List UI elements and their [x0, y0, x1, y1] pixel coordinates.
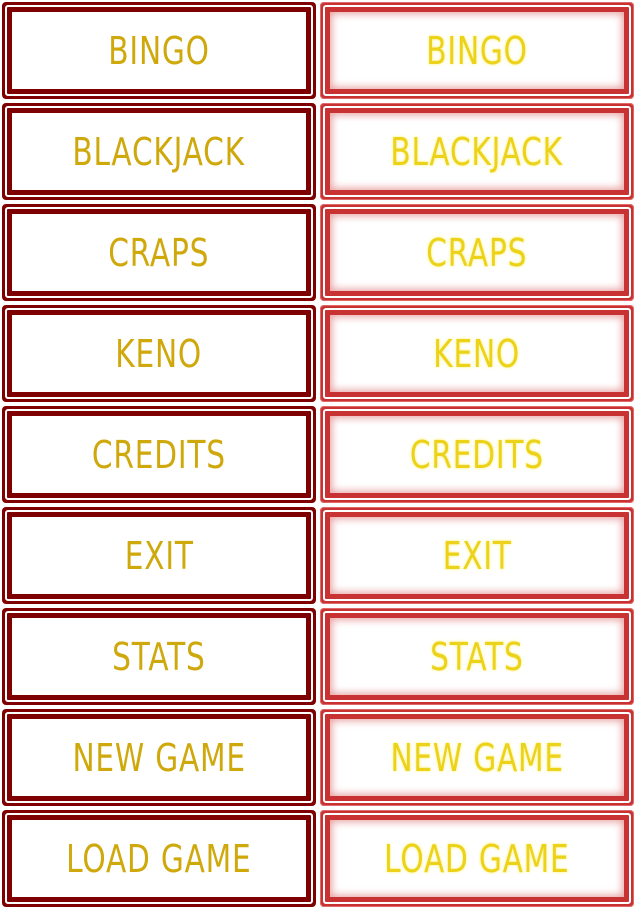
keno-button-hover[interactable]: KENO	[318, 303, 636, 404]
button-label: CRAPS	[426, 230, 528, 275]
button-label: CRAPS	[108, 230, 210, 275]
button-label: KENO	[115, 331, 203, 376]
credits-button[interactable]: CREDITS	[0, 404, 318, 505]
button-label: STATS	[430, 634, 524, 679]
button-label: EXIT	[442, 533, 512, 578]
bingo-button-hover[interactable]: BINGO	[318, 0, 636, 101]
button-label: CREDITS	[92, 432, 226, 477]
bingo-button[interactable]: BINGO	[0, 0, 318, 101]
button-label: BINGO	[108, 28, 210, 73]
craps-button-hover[interactable]: CRAPS	[318, 202, 636, 303]
button-sprite-sheet: BINGO BLACKJACK CRAPS KENO CREDITS EXIT …	[0, 0, 636, 909]
blackjack-button-hover[interactable]: BLACKJACK	[318, 101, 636, 202]
load-game-button[interactable]: LOAD GAME	[0, 808, 318, 909]
button-label: CREDITS	[410, 432, 544, 477]
exit-button[interactable]: EXIT	[0, 505, 318, 606]
button-label: NEW GAME	[390, 735, 564, 780]
load-game-button-hover[interactable]: LOAD GAME	[318, 808, 636, 909]
button-label: BLACKJACK	[72, 129, 246, 174]
hover-state-column: BINGO BLACKJACK CRAPS KENO CREDITS EXIT …	[318, 0, 636, 909]
button-label: NEW GAME	[72, 735, 246, 780]
button-label: BLACKJACK	[390, 129, 564, 174]
blackjack-button[interactable]: BLACKJACK	[0, 101, 318, 202]
normal-state-column: BINGO BLACKJACK CRAPS KENO CREDITS EXIT …	[0, 0, 318, 909]
button-label: EXIT	[124, 533, 194, 578]
stats-button-hover[interactable]: STATS	[318, 606, 636, 707]
credits-button-hover[interactable]: CREDITS	[318, 404, 636, 505]
button-label: LOAD GAME	[66, 836, 252, 881]
button-label: BINGO	[426, 28, 528, 73]
exit-button-hover[interactable]: EXIT	[318, 505, 636, 606]
craps-button[interactable]: CRAPS	[0, 202, 318, 303]
new-game-button[interactable]: NEW GAME	[0, 707, 318, 808]
button-label: LOAD GAME	[384, 836, 570, 881]
new-game-button-hover[interactable]: NEW GAME	[318, 707, 636, 808]
button-label: KENO	[433, 331, 521, 376]
button-label: STATS	[112, 634, 206, 679]
keno-button[interactable]: KENO	[0, 303, 318, 404]
stats-button[interactable]: STATS	[0, 606, 318, 707]
